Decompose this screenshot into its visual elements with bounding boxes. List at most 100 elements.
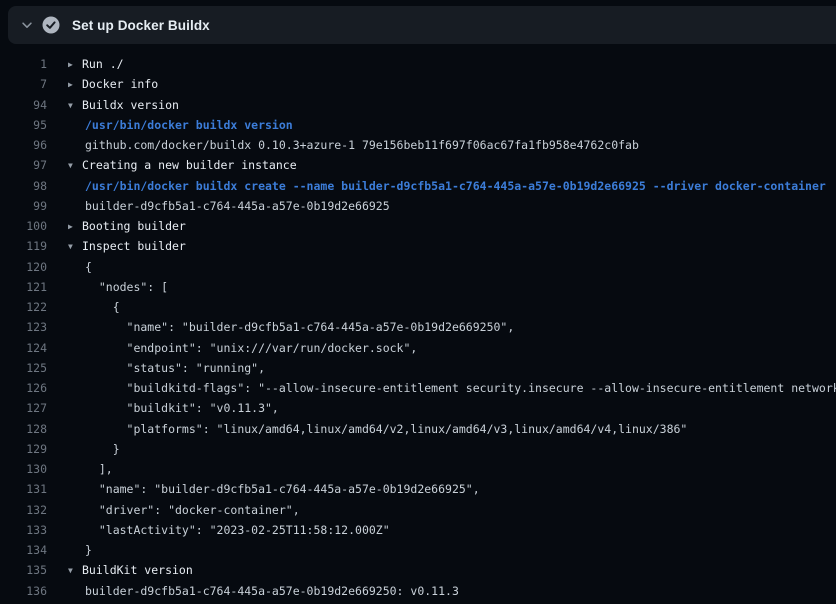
output-text: } <box>85 543 92 557</box>
log-group-header[interactable]: 1▶Run ./ <box>0 54 836 74</box>
triangle-expanded-icon[interactable]: ▼ <box>68 96 82 115</box>
line-number[interactable]: 100 <box>0 216 47 236</box>
group-title: BuildKit version <box>82 563 193 577</box>
line-number[interactable]: 119 <box>0 236 47 256</box>
log-group-header[interactable]: 100▶Booting builder <box>0 216 836 236</box>
line-number[interactable]: 98 <box>0 176 47 196</box>
log-line-content: builder-d9cfb5a1-c764-445a-a57e-0b19d2e6… <box>47 196 390 216</box>
log-line-content: "nodes": [ <box>47 277 168 297</box>
command-text: /usr/bin/docker buildx version <box>85 118 293 132</box>
group-title: Creating a new builder instance <box>82 158 297 172</box>
log-line: 136 builder-d9cfb5a1-c764-445a-a57e-0b19d… <box>0 581 836 601</box>
output-text: "lastActivity": "2023-02-25T11:58:12.000… <box>85 523 390 537</box>
log-line-content: ▶Booting builder <box>47 216 186 236</box>
output-text: "driver": "docker-container", <box>85 503 300 517</box>
output-text: "buildkit": "v0.11.3", <box>85 401 279 415</box>
triangle-collapsed-icon[interactable]: ▶ <box>68 55 82 74</box>
check-circle-icon <box>42 16 60 34</box>
output-text: "platforms": "linux/amd64,linux/amd64/v2… <box>85 422 687 436</box>
log-line: 124 "endpoint": "unix:///var/run/docker.… <box>0 338 836 358</box>
log-group-header[interactable]: 94▼Buildx version <box>0 95 836 115</box>
log-line-content: /usr/bin/docker buildx version <box>47 115 293 135</box>
line-number[interactable]: 120 <box>0 257 47 277</box>
chevron-down-icon[interactable] <box>12 6 42 44</box>
line-number[interactable]: 122 <box>0 297 47 317</box>
log-line: 132 "driver": "docker-container", <box>0 500 836 520</box>
actions-log-viewer: Set up Docker Buildx 1▶Run ./7▶Docker in… <box>0 0 836 604</box>
triangle-expanded-icon[interactable]: ▼ <box>68 237 82 256</box>
log-group-header[interactable]: 97 ▼Creating a new builder instance <box>0 155 836 175</box>
log-line: 99 builder-d9cfb5a1-c764-445a-a57e-0b19d2… <box>0 196 836 216</box>
line-number[interactable]: 96 <box>0 135 47 155</box>
line-number[interactable]: 124 <box>0 338 47 358</box>
line-number[interactable]: 131 <box>0 479 47 499</box>
log-line: 128 "platforms": "linux/amd64,linux/amd6… <box>0 419 836 439</box>
output-text: builder-d9cfb5a1-c764-445a-a57e-0b19d2e6… <box>85 584 459 598</box>
check-circle-icon-svg <box>42 16 60 34</box>
log-line-content: "buildkitd-flags": "--allow-insecure-ent… <box>47 378 836 398</box>
line-number[interactable]: 125 <box>0 358 47 378</box>
log-group-header[interactable]: 119 ▼Inspect builder <box>0 236 836 256</box>
log-line: 120{ <box>0 257 836 277</box>
line-number[interactable]: 126 <box>0 378 47 398</box>
line-number[interactable]: 121 <box>0 277 47 297</box>
line-number[interactable]: 135 <box>0 560 47 580</box>
line-number[interactable]: 7 <box>0 74 47 94</box>
group-title: Run ./ <box>82 57 124 71</box>
log-line: 127 "buildkit": "v0.11.3", <box>0 398 836 418</box>
line-number[interactable]: 129 <box>0 439 47 459</box>
log-line: 131 "name": "builder-d9cfb5a1-c764-445a-… <box>0 479 836 499</box>
log-line-content: "name": "builder-d9cfb5a1-c764-445a-a57e… <box>47 317 514 337</box>
step-title: Set up Docker Buildx <box>72 18 210 33</box>
log-line: 134} <box>0 540 836 560</box>
group-title: Inspect builder <box>82 239 186 253</box>
log-line: 129 } <box>0 439 836 459</box>
log-line-content: ▶Docker info <box>47 74 158 94</box>
line-number[interactable]: 123 <box>0 317 47 337</box>
output-text: "status": "running", <box>85 361 265 375</box>
output-text: builder-d9cfb5a1-c764-445a-a57e-0b19d2e6… <box>85 199 390 213</box>
line-number[interactable]: 134 <box>0 540 47 560</box>
line-number[interactable]: 128 <box>0 419 47 439</box>
step-header[interactable]: Set up Docker Buildx <box>8 6 836 44</box>
output-text: github.com/docker/buildx 0.10.3+azure-1 … <box>85 138 639 152</box>
chevron-down-icon-svg <box>20 18 34 32</box>
line-number[interactable]: 136 <box>0 581 47 601</box>
log-line-content: "driver": "docker-container", <box>47 500 300 520</box>
log-line: 126 "buildkitd-flags": "--allow-insecure… <box>0 378 836 398</box>
log-line-content: ▶Run ./ <box>47 54 124 74</box>
log-line: 121 "nodes": [ <box>0 277 836 297</box>
line-number[interactable]: 94 <box>0 95 47 115</box>
log-line-content: builder-d9cfb5a1-c764-445a-a57e-0b19d2e6… <box>47 581 459 601</box>
log-line-content: "buildkit": "v0.11.3", <box>47 398 279 418</box>
line-number[interactable]: 127 <box>0 398 47 418</box>
log-line: 95/usr/bin/docker buildx version <box>0 115 836 135</box>
triangle-expanded-icon[interactable]: ▼ <box>68 156 82 175</box>
log-output: 1▶Run ./7▶Docker info94▼Buildx version95… <box>0 54 836 601</box>
line-number[interactable]: 132 <box>0 500 47 520</box>
log-line: 130 ], <box>0 459 836 479</box>
log-line-content: { <box>47 297 120 317</box>
command-text: /usr/bin/docker buildx create --name bui… <box>85 179 826 193</box>
log-line: 98/usr/bin/docker buildx create --name b… <box>0 176 836 196</box>
log-group-header[interactable]: 135 ▼BuildKit version <box>0 560 836 580</box>
output-text: ], <box>85 462 113 476</box>
output-text: "nodes": [ <box>85 280 168 294</box>
line-number[interactable]: 99 <box>0 196 47 216</box>
triangle-collapsed-icon[interactable]: ▶ <box>68 217 82 236</box>
line-number[interactable]: 1 <box>0 54 47 74</box>
log-group-header[interactable]: 7▶Docker info <box>0 74 836 94</box>
triangle-expanded-icon[interactable]: ▼ <box>68 561 82 580</box>
line-number[interactable]: 95 <box>0 115 47 135</box>
line-number[interactable]: 130 <box>0 459 47 479</box>
log-line-content: { <box>47 257 92 277</box>
line-number[interactable]: 97 <box>0 155 47 175</box>
log-line-content: ], <box>47 459 113 479</box>
line-number[interactable]: 133 <box>0 520 47 540</box>
output-text: "name": "builder-d9cfb5a1-c764-445a-a57e… <box>85 482 480 496</box>
triangle-collapsed-icon[interactable]: ▶ <box>68 75 82 94</box>
log-line: 96 github.com/docker/buildx 0.10.3+azure-… <box>0 135 836 155</box>
log-line: 133 "lastActivity": "2023-02-25T11:58:12… <box>0 520 836 540</box>
log-line: 122 { <box>0 297 836 317</box>
log-line-content: github.com/docker/buildx 0.10.3+azure-1 … <box>47 135 639 155</box>
